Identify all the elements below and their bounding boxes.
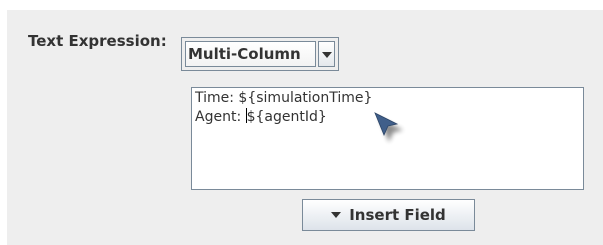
- expression-agent-prefix: Agent:: [195, 109, 246, 125]
- triangle-down-icon: [331, 212, 342, 218]
- expression-line-time: Time: ${simulationTime}: [195, 90, 373, 106]
- combo-dropdown-button[interactable]: [318, 41, 335, 67]
- mode-combo-box[interactable]: Multi-Column: [181, 37, 339, 71]
- insert-field-label: Insert Field: [349, 206, 446, 224]
- text-expression-label: Text Expression:: [28, 32, 167, 50]
- chevron-down-icon: [322, 52, 332, 58]
- mouse-pointer-icon: [374, 112, 399, 137]
- mode-combo-value[interactable]: Multi-Column: [185, 41, 316, 67]
- insert-field-button[interactable]: Insert Field: [302, 199, 475, 231]
- expression-agent-field: ${agentId}: [246, 109, 327, 125]
